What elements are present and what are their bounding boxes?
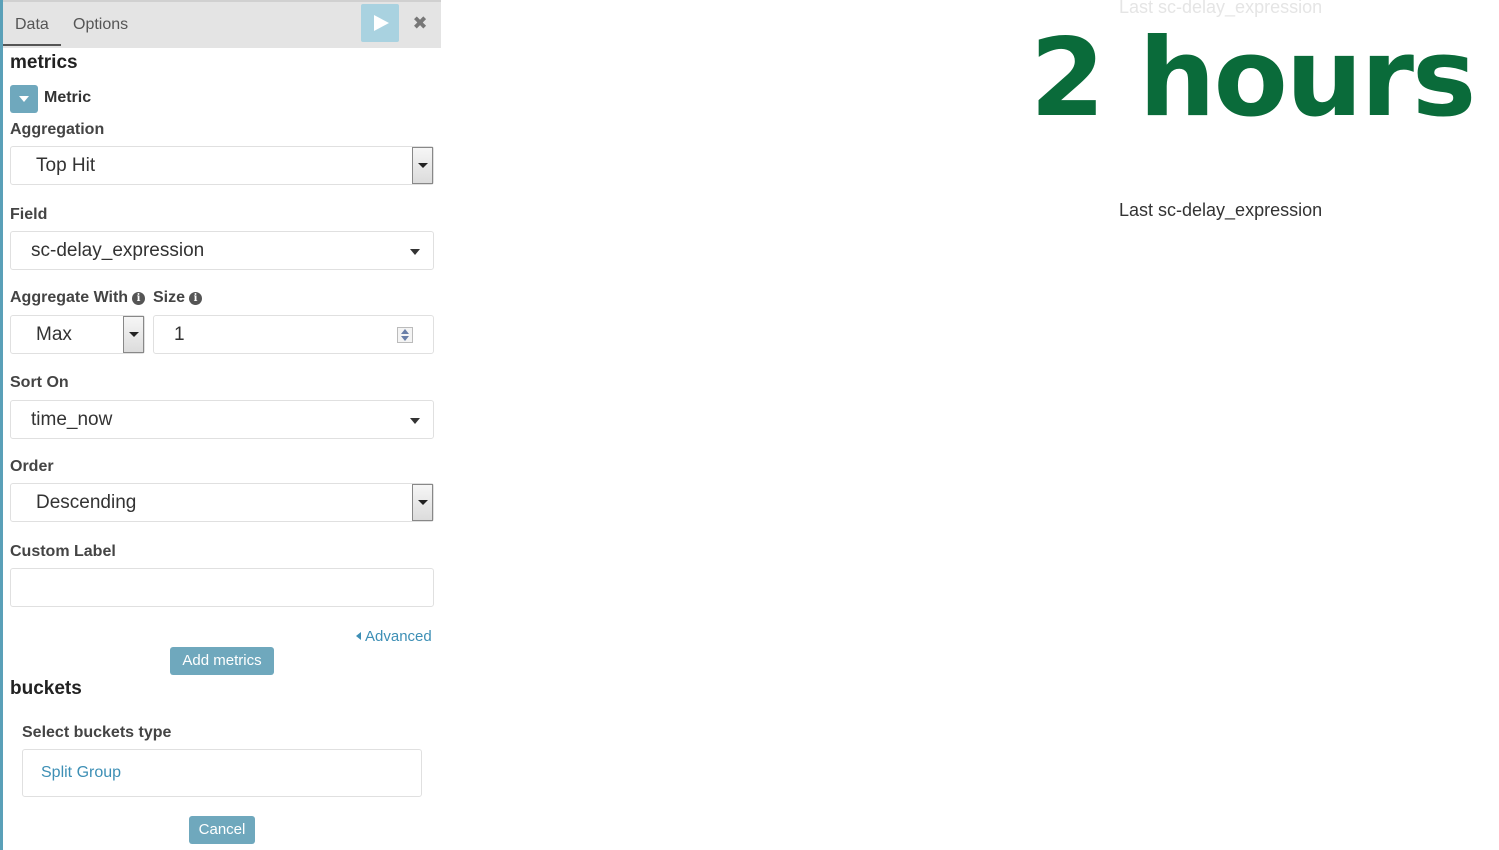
select-arrow-icon[interactable]	[123, 316, 144, 353]
number-stepper[interactable]	[397, 327, 413, 343]
metric-label: Metric	[44, 89, 92, 106]
aggregate-with-label: Aggregate With i	[10, 289, 146, 307]
caret-down-icon	[410, 249, 420, 255]
editor-sidebar: Data Options ✖ metrics Metric Aggregatio…	[3, 0, 441, 850]
aggregate-with-select[interactable]: Max	[10, 315, 145, 354]
buckets-type-list: Split Group	[22, 749, 422, 797]
field-label: Field	[10, 206, 48, 223]
caret-down-icon	[410, 418, 420, 424]
metric-value: 2 hours	[1030, 16, 1476, 141]
aggregation-label: Aggregation	[10, 121, 105, 138]
aggregate-with-text: Aggregate With	[10, 289, 129, 306]
field-select[interactable]: sc-delay_expression	[10, 231, 434, 270]
order-select[interactable]: Descending	[10, 483, 434, 522]
aggregation-select[interactable]: Top Hit	[10, 146, 434, 185]
select-arrow-icon[interactable]	[412, 484, 433, 521]
collapse-metric-button[interactable]	[10, 85, 38, 113]
sort-on-label: Sort On	[10, 374, 69, 391]
cancel-button[interactable]: Cancel	[189, 816, 255, 844]
custom-label-input[interactable]	[10, 568, 434, 607]
add-metrics-button[interactable]: Add metrics	[170, 647, 274, 675]
buckets-heading: buckets	[10, 678, 82, 699]
tab-data[interactable]: Data	[3, 4, 61, 46]
split-group-option[interactable]: Split Group	[41, 764, 121, 782]
aggregate-with-value: Max	[36, 324, 72, 345]
size-label: Size i	[153, 289, 203, 307]
size-text: Size	[153, 289, 186, 306]
aggregation-value: Top Hit	[36, 155, 96, 176]
sort-on-value: time_now	[31, 409, 113, 430]
select-arrow-icon[interactable]	[412, 147, 433, 184]
custom-label-label: Custom Label	[10, 543, 116, 560]
size-value: 1	[174, 324, 185, 345]
advanced-toggle-link[interactable]: Advanced	[356, 628, 432, 645]
metric-label-text: Last sc-delay_expression	[1119, 200, 1323, 220]
apply-changes-button[interactable]	[361, 4, 399, 42]
tab-bar: Data Options ✖	[3, 0, 441, 48]
order-value: Descending	[36, 492, 137, 513]
tab-options[interactable]: Options	[61, 4, 140, 46]
metrics-heading: metrics	[10, 52, 78, 73]
discard-button[interactable]: ✖	[401, 4, 439, 42]
field-value: sc-delay_expression	[31, 240, 205, 261]
sort-on-select[interactable]: time_now	[10, 400, 434, 439]
close-icon: ✖	[412, 13, 428, 33]
info-icon[interactable]: i	[189, 292, 203, 305]
size-input[interactable]: 1	[153, 315, 434, 354]
order-label: Order	[10, 458, 54, 475]
info-icon[interactable]: i	[132, 292, 146, 305]
select-buckets-label: Select buckets type	[22, 724, 172, 741]
